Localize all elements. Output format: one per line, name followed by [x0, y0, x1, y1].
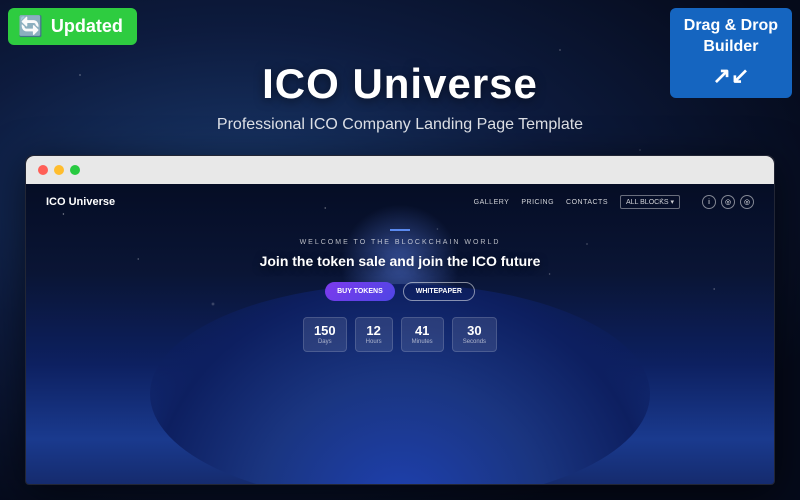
browser-dot-red — [38, 165, 48, 175]
hero-main-title: Join the token sale and join the ICO fut… — [26, 252, 774, 270]
browser-toolbar — [26, 156, 774, 184]
browser-mockup: ICO Universe GALLERY PRICING CONTACTS AL… — [25, 155, 775, 485]
nav-link-gallery: GALLERY — [474, 199, 510, 206]
buy-tokens-button[interactable]: BUY TOKENS — [325, 282, 395, 301]
countdown-hours: 12 Hours — [355, 317, 393, 352]
countdown-days-label: Days — [314, 339, 336, 345]
dnd-line2: Builder — [703, 38, 758, 55]
welcome-line-decoration — [390, 229, 410, 231]
nav-links: GALLERY PRICING CONTACTS ALL BLOCKS ▾ i … — [474, 195, 754, 209]
browser-navbar: ICO Universe GALLERY PRICING CONTACTS AL… — [26, 184, 774, 220]
browser-hero: WELCOME TO THE BLOCKCHAIN WORLD Join the… — [26, 229, 774, 352]
updated-label: Updated — [51, 16, 123, 37]
updated-badge: 🔄 Updated — [8, 8, 137, 45]
browser-dot-green — [70, 165, 80, 175]
dnd-line1: Drag & Drop — [684, 17, 778, 34]
whitepaper-button[interactable]: WHITEPAPER — [403, 282, 475, 301]
nav-icon-2: ◎ — [721, 195, 735, 209]
nav-blocks-dropdown[interactable]: ALL BLOCKS ▾ — [620, 195, 680, 209]
refresh-icon: 🔄 — [18, 14, 43, 39]
page-subtitle: Professional ICO Company Landing Page Te… — [0, 116, 800, 134]
countdown-timer: 150 Days 12 Hours 41 Minutes 30 Seconds — [26, 317, 774, 352]
countdown-seconds-label: Seconds — [463, 339, 486, 345]
browser-dot-yellow — [54, 165, 64, 175]
browser-content: ICO Universe GALLERY PRICING CONTACTS AL… — [26, 184, 774, 484]
countdown-days-value: 150 — [314, 324, 336, 337]
countdown-seconds: 30 Seconds — [452, 317, 497, 352]
countdown-seconds-value: 30 — [463, 324, 486, 337]
dnd-badge: Drag & Drop Builder ↗↙ — [670, 8, 792, 98]
welcome-text: WELCOME TO THE BLOCKCHAIN WORLD — [26, 239, 774, 246]
countdown-minutes-value: 41 — [412, 324, 433, 337]
nav-link-contacts: CONTACTS — [566, 199, 608, 206]
nav-icon-1: i — [702, 195, 716, 209]
arrows-icon: ↗↙ — [684, 62, 778, 91]
countdown-minutes: 41 Minutes — [401, 317, 444, 352]
nav-link-pricing: PRICING — [521, 199, 554, 206]
cta-buttons: BUY TOKENS WHITEPAPER — [26, 282, 774, 301]
countdown-minutes-label: Minutes — [412, 339, 433, 345]
countdown-hours-label: Hours — [366, 339, 382, 345]
nav-icons: i ◎ ◎ — [702, 195, 754, 209]
nav-icon-3: ◎ — [740, 195, 754, 209]
countdown-days: 150 Days — [303, 317, 347, 352]
nav-brand: ICO Universe — [46, 196, 115, 208]
countdown-hours-value: 12 — [366, 324, 382, 337]
